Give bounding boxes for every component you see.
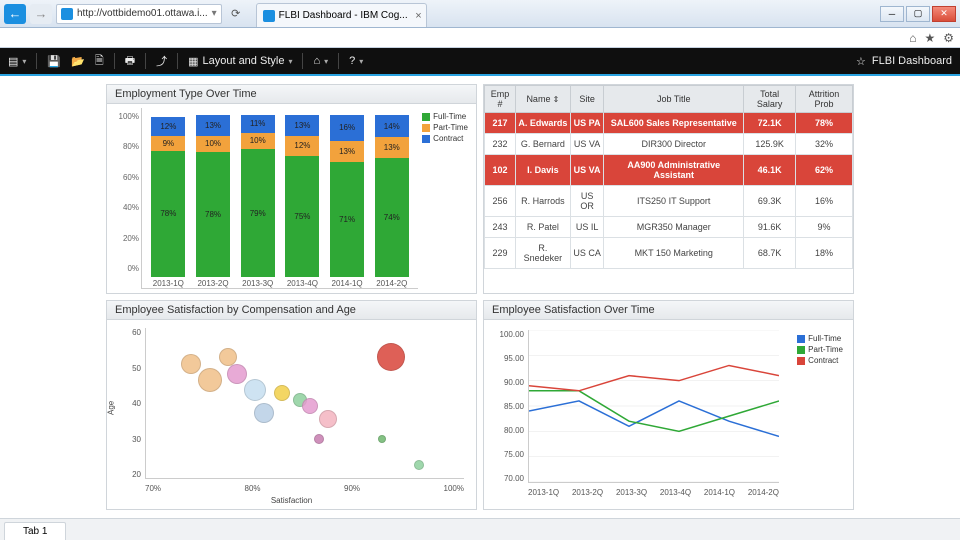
- panel-attrition-table: Emp #Name ⇕SiteJob TitleTotal SalaryAttr…: [483, 84, 854, 294]
- line-x-axis: 2013-1Q2013-2Q2013-3Q2013-4Q2014-1Q2014-…: [528, 488, 779, 497]
- help-menu[interactable]: ?▾: [349, 55, 363, 67]
- line-y-axis: 100.0095.0090.0085.0080.0075.0070.00: [488, 330, 526, 483]
- browser-chrome: ← → http://vottbidemo01.ottawa.i... ▾ ⟳ …: [0, 0, 960, 28]
- window-minimize-button[interactable]: ─: [880, 6, 904, 22]
- tab-close-icon[interactable]: ×: [415, 10, 421, 22]
- table-header[interactable]: Name ⇕: [515, 86, 570, 113]
- bubble[interactable]: [244, 379, 266, 401]
- window-controls: ─ ▢ ✕: [880, 6, 956, 22]
- table-row[interactable]: 229R. SnedekerUS CAMKT 150 Marketing68.7…: [485, 238, 853, 269]
- print-button[interactable]: 🖶: [125, 52, 135, 71]
- panel-title: Employment Type Over Time: [107, 85, 476, 104]
- panel-scatter: Employee Satisfaction by Compensation an…: [106, 300, 477, 510]
- layout-style-label: Layout and Style: [202, 55, 284, 67]
- layout-style-menu[interactable]: ▦ Layout and Style ▾: [188, 55, 292, 68]
- window-close-button[interactable]: ✕: [932, 6, 956, 22]
- bubble[interactable]: [254, 403, 274, 423]
- browser-sub-toolbar: ⌂ ★ ⚙: [0, 28, 960, 48]
- table-row[interactable]: 243R. PatelUS ILMGR350 Manager91.6K9%: [485, 217, 853, 238]
- bubble[interactable]: [314, 434, 324, 444]
- panel-line: Employee Satisfaction Over Time 100.0095…: [483, 300, 854, 510]
- share-button[interactable]: ⤴: [156, 53, 167, 69]
- tab-favicon: [263, 10, 275, 22]
- bubble[interactable]: [181, 354, 201, 374]
- dashboard-area: Employment Type Over Time 100%80%60%40%2…: [0, 76, 960, 518]
- panel-title: Employee Satisfaction Over Time: [484, 301, 853, 320]
- export-button[interactable]: 🗎: [95, 52, 104, 71]
- table-header[interactable]: Site: [570, 86, 603, 113]
- bubble[interactable]: [377, 343, 405, 371]
- bubble[interactable]: [274, 385, 290, 401]
- url-bar[interactable]: http://vottbidemo01.ottawa.i... ▾: [56, 4, 222, 24]
- scatter-y-axis: 6050403020: [111, 328, 141, 479]
- tab-title: FLBI Dashboard - IBM Cog...: [279, 10, 408, 21]
- scatter-chart[interactable]: [145, 328, 464, 479]
- browser-tab[interactable]: FLBI Dashboard - IBM Cog... ×: [256, 3, 427, 27]
- panel-employment-type: Employment Type Over Time 100%80%60%40%2…: [106, 84, 477, 294]
- bottom-tab-strip: Tab 1: [0, 518, 960, 540]
- site-icon: [61, 8, 73, 20]
- table-row[interactable]: 102I. DavisUS VAAA900 Administrative Ass…: [485, 155, 853, 186]
- window-maximize-button[interactable]: ▢: [906, 6, 930, 22]
- favorite-icon[interactable]: ☆: [856, 55, 866, 68]
- table-header[interactable]: Emp #: [485, 86, 516, 113]
- bubble[interactable]: [302, 398, 318, 414]
- dashboard-title: FLBI Dashboard: [872, 55, 952, 67]
- widgets-menu[interactable]: ⌂▾: [313, 55, 328, 67]
- attrition-table[interactable]: Emp #Name ⇕SiteJob TitleTotal SalaryAttr…: [484, 85, 853, 269]
- stacked-legend: Full-Time Part-Time Contract: [418, 108, 472, 289]
- url-text: http://vottbidemo01.ottawa.i...: [77, 8, 208, 19]
- file-menu-button[interactable]: ▤▾: [8, 55, 26, 68]
- scatter-x-label: Satisfaction: [271, 496, 312, 505]
- line-legend: Full-Time Part-Time Contract: [793, 330, 847, 369]
- url-dropdown-icon[interactable]: ▾: [212, 8, 217, 19]
- bubble[interactable]: [198, 368, 222, 392]
- table-row[interactable]: 217A. EdwardsUS PASAL600 Sales Represent…: [485, 113, 853, 134]
- bubble[interactable]: [319, 410, 337, 428]
- table-row[interactable]: 256R. HarrodsUS ORITS250 IT Support69.3K…: [485, 186, 853, 217]
- table-header[interactable]: Attrition Prob: [796, 86, 853, 113]
- stacked-y-axis: 100%80%60%40%20%0%: [111, 108, 141, 289]
- tools-icon[interactable]: ⚙: [943, 31, 954, 45]
- nav-back-button[interactable]: ←: [4, 4, 26, 24]
- open-button[interactable]: 📂: [71, 55, 85, 68]
- home-icon[interactable]: ⌂: [909, 31, 916, 45]
- nav-forward-button[interactable]: →: [30, 4, 52, 24]
- bubble[interactable]: [414, 460, 424, 470]
- browser-tab-strip: FLBI Dashboard - IBM Cog... ×: [256, 0, 427, 27]
- reload-button[interactable]: ⟳: [226, 4, 246, 24]
- bottom-tab-1[interactable]: Tab 1: [4, 522, 66, 540]
- save-button[interactable]: 💾: [47, 55, 61, 68]
- table-row[interactable]: 232G. BernardUS VADIR300 Director125.9K3…: [485, 134, 853, 155]
- table-header[interactable]: Job Title: [604, 86, 744, 113]
- scatter-x-axis: 70%80%90%100%: [145, 484, 464, 493]
- bubble[interactable]: [227, 364, 247, 384]
- cognos-toolbar: ▤▾ 💾 📂 🗎 🖶 ⤴ ▦ Layout and Style ▾ ⌂▾ ?▾ …: [0, 48, 960, 76]
- favorites-icon[interactable]: ★: [924, 31, 935, 45]
- bubble[interactable]: [378, 435, 386, 443]
- layout-icon: ▦: [188, 55, 198, 68]
- panel-title: Employee Satisfaction by Compensation an…: [107, 301, 476, 320]
- line-chart[interactable]: [528, 330, 779, 483]
- table-header[interactable]: Total Salary: [744, 86, 796, 113]
- stacked-bar-chart[interactable]: 12%9%78%2013-1Q13%10%78%2013-2Q11%10%79%…: [141, 108, 418, 289]
